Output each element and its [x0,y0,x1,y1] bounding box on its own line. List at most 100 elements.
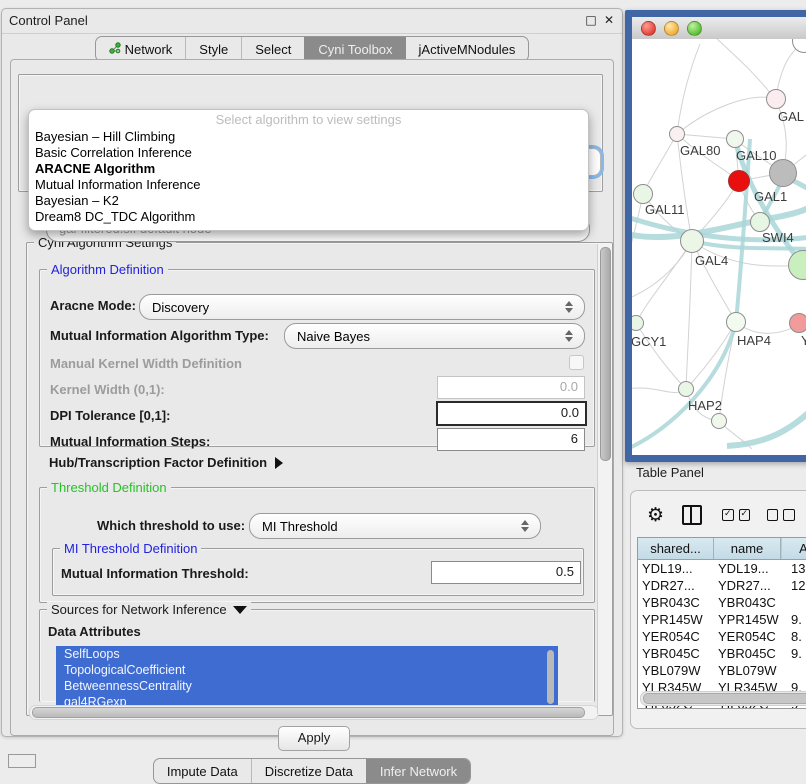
algorithm-option[interactable]: Bayesian – K2 [29,193,588,209]
mi-threshold-field[interactable]: 0.5 [431,561,581,584]
tab-discretize-data[interactable]: Discretize Data [251,759,366,783]
hub-definition-label: Hub/Transcription Factor Definition [49,455,267,470]
mi-steps-field[interactable]: 6 [437,428,585,451]
data-attribute-item[interactable]: BetweennessCentrality [56,678,558,694]
network-node-gal4[interactable] [680,229,704,253]
algorithm-option[interactable]: Mutual Information Inference [29,177,588,193]
tab-label: Cyni Toolbox [318,42,392,57]
table-row[interactable]: YDR27...YDR27...12 [638,577,806,594]
node-label: Y [801,333,806,348]
mi-type-label: Mutual Information Algorithm Type: [50,328,269,343]
table-cell: YBR043C [638,594,714,611]
settings-horizontal-scrollbar[interactable] [29,705,599,720]
tab-infer-network[interactable]: Infer Network [366,759,470,783]
table-row[interactable]: YBR045CYBR045C9. [638,645,806,662]
split-columns-icon[interactable] [682,505,702,525]
table-horizontal-scrollbar[interactable] [640,691,806,706]
control-panel-titlebar[interactable]: Control Panel □ ✕ [2,9,622,34]
node-label: GAL11 [645,202,685,217]
table-cell: YBL079W [714,662,781,679]
column-header-shared-name[interactable]: shared... [638,538,714,559]
checked-checkbox-icon[interactable]: ✓ [739,509,750,521]
algorithm-dropdown-list: Select algorithm to view settings Bayesi… [28,109,589,231]
aracne-mode-label: Aracne Mode: [50,298,136,313]
tab-style[interactable]: Style [185,37,241,61]
zoom-traffic-light-icon[interactable] [687,21,702,36]
data-attribute-item[interactable]: TopologicalCoefficient [56,662,558,678]
node-label: HAP4 [737,333,771,348]
algorithm-definition-group: Algorithm Definition Aracne Mode: Discov… [39,269,595,447]
hub-definition-toggle[interactable]: Hub/Transcription Factor Definition [49,455,283,470]
table-row[interactable]: YER054CYER054C8. [638,628,806,645]
tab-label: Discretize Data [265,764,353,779]
table-row[interactable]: YDL19...YDL19...13 [638,560,806,577]
dpi-tolerance-field[interactable]: 0.0 [436,401,587,426]
tab-jactivemnodules[interactable]: jActiveMNodules [406,37,529,61]
tab-network[interactable]: Network [96,37,186,61]
node-label: HAP2 [688,398,722,413]
algorithm-option[interactable]: Basic Correlation Inference [29,145,588,161]
table-row[interactable]: YBR043CYBR043C [638,594,806,611]
table-header-row: shared... name A [638,538,806,560]
table-row[interactable]: YPR145WYPR145W9. [638,611,806,628]
cyni-algorithm-settings-group: Cyni Algorithm Settings Algorithm Defini… [26,242,613,716]
network-window-titlebar[interactable] [632,17,806,40]
network-node-gal11[interactable] [633,184,653,204]
network-node-gal[interactable] [766,89,786,109]
table-panel-title: Table Panel [636,465,704,480]
unchecked-checkbox-icon[interactable] [783,509,794,521]
node-label: GAL1 [754,189,787,204]
table-cell: YBR045C [638,645,714,662]
network-canvas[interactable]: GALGAL80GAL10GAL1GAL11SWI4GAL4GCY1HAP4YH… [632,39,806,455]
kernel-width-field[interactable]: 0.0 [437,376,585,399]
network-node-y[interactable] [789,313,806,333]
network-node[interactable] [769,159,797,187]
column-header-name[interactable]: name [714,538,781,559]
table-row[interactable]: YBL079WYBL079W [638,662,806,679]
dpi-tolerance-label: DPI Tolerance [0,1]: [50,408,170,423]
column-header-clipped[interactable]: A [781,538,806,559]
close-traffic-light-icon[interactable] [641,21,656,36]
gear-icon[interactable]: ⚙ [647,502,664,528]
table-cell: 13 [781,560,806,577]
table-toolbar: ⚙ ✓ ✓ [631,499,806,531]
network-icon [109,42,121,57]
collapsed-arrow-icon[interactable] [275,457,283,469]
checked-checkbox-icon[interactable]: ✓ [722,509,733,521]
expanded-arrow-icon[interactable] [233,606,247,614]
close-icon[interactable]: ✕ [602,13,616,27]
algorithm-option[interactable]: ARACNE Algorithm [29,161,588,177]
tab-cyni-toolbox[interactable]: Cyni Toolbox [304,37,405,61]
network-node-hap2[interactable] [678,381,694,397]
network-node-hap4[interactable] [726,312,746,332]
cyni-toolbox-panel: gal-filtered.sif default node Select alg… [10,59,614,736]
threshold-definition-group: Threshold Definition Which threshold to … [39,487,595,603]
aracne-mode-select[interactable]: Discovery [139,294,585,320]
data-attribute-item[interactable]: SelfLoops [56,646,558,662]
tab-label: Impute Data [167,764,238,779]
data-attributes-list[interactable]: SelfLoopsTopologicalCoefficientBetweenne… [56,646,558,712]
algorithm-option[interactable]: Bayesian – Hill Climbing [29,129,588,145]
network-view-window: GALGAL80GAL10GAL1GAL11SWI4GAL4GCY1HAP4YH… [625,10,806,462]
network-node-gal1[interactable] [728,170,750,192]
tab-impute-data[interactable]: Impute Data [154,759,251,783]
manual-kernel-checkbox[interactable] [569,355,584,370]
algorithm-option[interactable]: Dream8 DC_TDC Algorithm [29,209,588,225]
network-node-gal10[interactable] [726,130,744,148]
mi-algorithm-type-select[interactable]: Naive Bayes [284,323,585,349]
sources-group: Sources for Network Inference Data Attri… [39,609,595,702]
network-node-gal80[interactable] [669,126,685,142]
tab-select[interactable]: Select [241,37,304,61]
apply-button[interactable]: Apply [278,726,350,751]
network-node-swi4[interactable] [750,212,770,232]
which-threshold-select[interactable]: MI Threshold [249,513,541,539]
unchecked-checkbox-icon[interactable] [767,509,778,521]
mi-type-value: Naive Bayes [285,329,560,344]
table-cell: YBL079W [638,662,714,679]
float-window-icon[interactable]: □ [584,13,598,27]
network-node[interactable] [711,413,727,429]
table-cell: YDR27... [638,577,714,594]
settings-vertical-scrollbar[interactable] [597,244,611,714]
attributes-scrollbar[interactable] [546,648,555,708]
minimize-traffic-light-icon[interactable] [664,21,679,36]
